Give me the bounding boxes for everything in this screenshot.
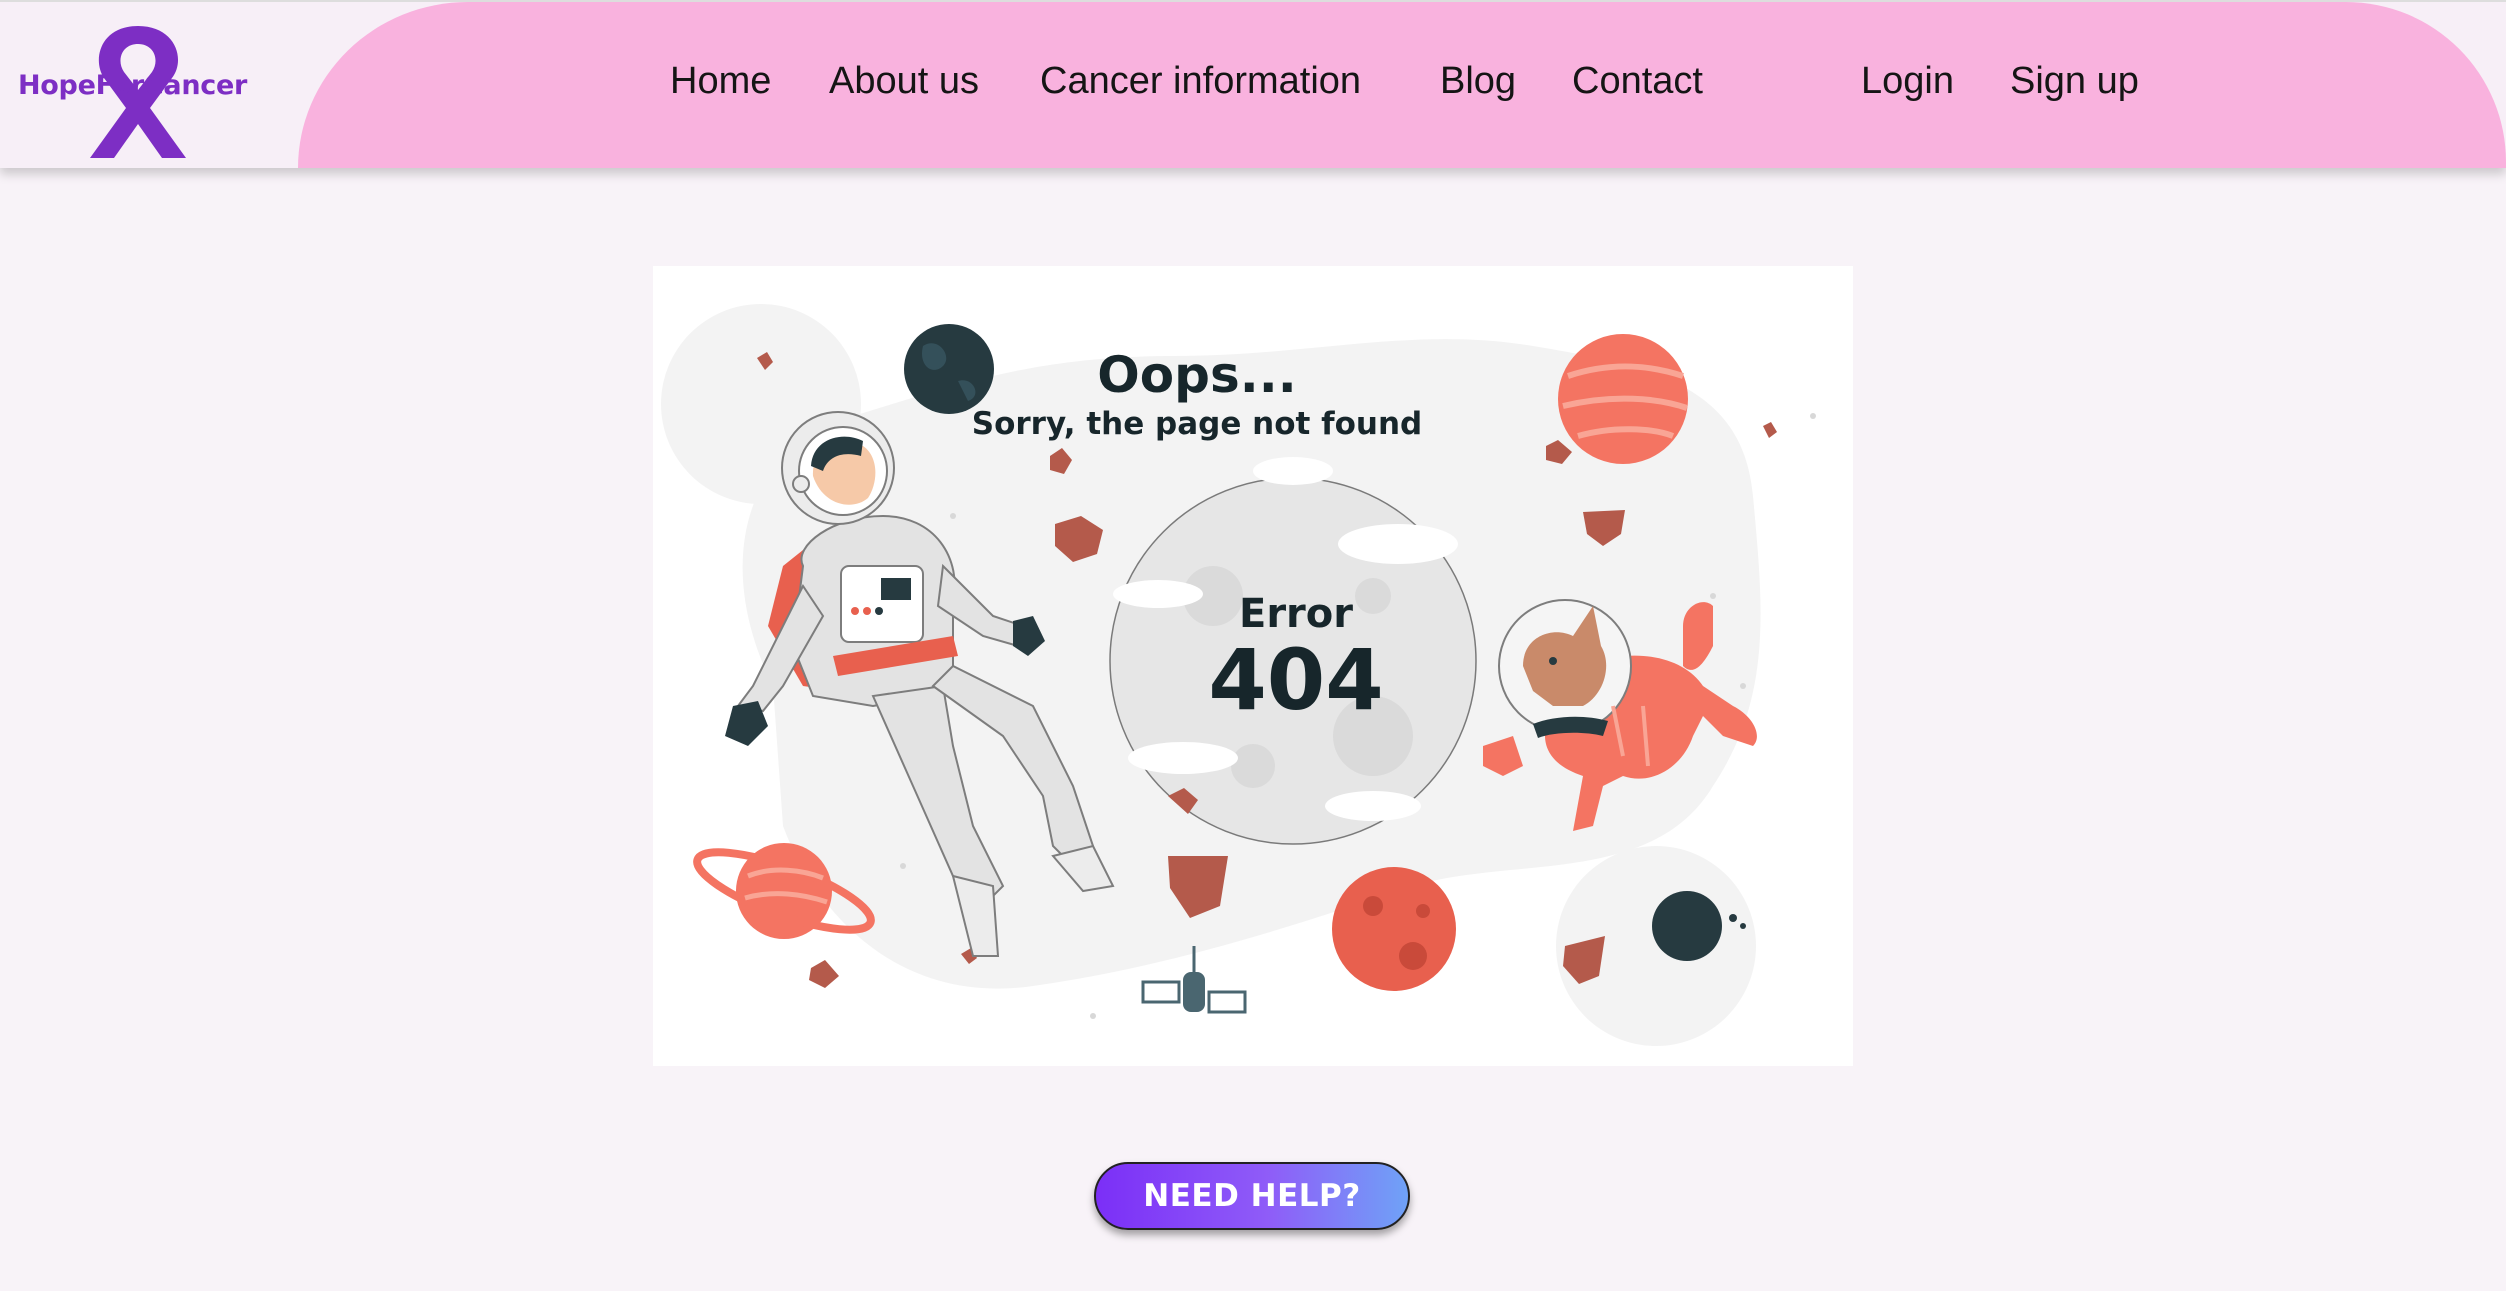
error-subheading: Sorry, the page not found — [971, 406, 1423, 442]
site-header: HopeForCancer Home About us Cancer infor… — [0, 0, 2506, 168]
nav-sign-up[interactable]: Sign up — [2010, 60, 2139, 103]
nav-login[interactable]: Login — [1861, 60, 1954, 103]
need-help-button[interactable]: NEED HELP? — [1094, 1162, 1410, 1230]
error-code: 404 — [1208, 631, 1384, 729]
error-404-illustration: Oops... Sorry, the page not found Error … — [653, 266, 1853, 1066]
nav-cancer-information[interactable]: Cancer information — [1040, 60, 1361, 103]
error-heading: Oops... — [1097, 346, 1297, 404]
brand-name: HopeForCancer — [18, 70, 247, 101]
nav-contact[interactable]: Contact — [1572, 60, 1703, 103]
nav-about-us[interactable]: About us — [829, 60, 979, 103]
header-pink-band — [298, 2, 2506, 168]
nav-home[interactable]: Home — [670, 60, 771, 103]
nav-blog[interactable]: Blog — [1440, 60, 1516, 103]
brand-logo[interactable]: HopeForCancer — [14, 12, 247, 158]
